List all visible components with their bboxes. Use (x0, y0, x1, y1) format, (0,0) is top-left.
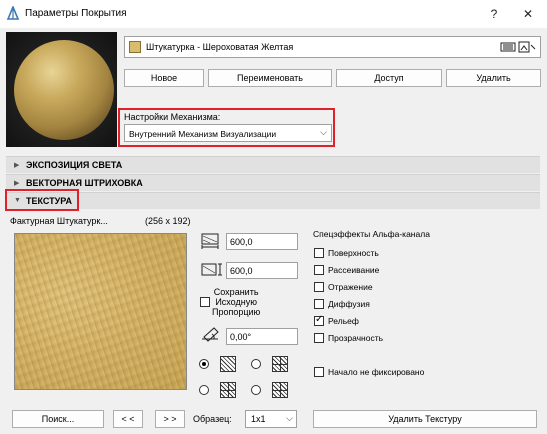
transparency-checkbox[interactable] (314, 333, 324, 343)
width-icon (200, 232, 220, 250)
engine-value: Внутренний Механизм Визуализации (129, 129, 277, 139)
expand-arrow-icon: ▶ (14, 180, 20, 187)
help-button[interactable]: ? (484, 5, 504, 23)
diffusion-checkbox[interactable] (314, 299, 324, 309)
next-button[interactable]: > > (155, 410, 185, 428)
height-field[interactable]: 600,0 (226, 262, 298, 279)
angle-field[interactable]: 0,00° (226, 328, 298, 345)
tile-option-4-radio[interactable] (251, 385, 261, 395)
texture-preview[interactable] (14, 233, 187, 390)
access-button[interactable]: Доступ (336, 69, 442, 87)
width-field[interactable]: 600,0 (226, 233, 298, 250)
app-icon (6, 4, 20, 20)
keep-proportion-line3: Пропорцию (212, 307, 261, 317)
section-hatch[interactable]: ▶ ВЕКТОРНАЯ ШТРИХОВКА (6, 174, 540, 191)
texture-name: Фактурная Штукатурк... (10, 216, 108, 226)
section-texture[interactable]: ▼ ТЕКСТУРА (6, 192, 540, 209)
chevron-down-icon: ⌵ (320, 127, 327, 137)
section-light[interactable]: ▶ ЭКСПОЗИЦИЯ СВЕТА (6, 156, 540, 173)
angle-value: 0,00° (230, 332, 252, 342)
tile-mirror-y-icon (220, 382, 236, 398)
sample-value: 1x1 (251, 414, 266, 424)
height-value: 600,0 (230, 266, 253, 276)
tile-option-3-radio[interactable] (199, 385, 209, 395)
new-button[interactable]: Новое (124, 69, 204, 87)
angle-icon (200, 325, 220, 343)
reflection-checkbox[interactable] (314, 282, 324, 292)
surface-checkbox[interactable] (314, 248, 324, 258)
section-hatch-label: ВЕКТОРНАЯ ШТРИХОВКА (26, 178, 143, 188)
reflection-label: Отражение (328, 282, 373, 292)
keep-proportion-label: Сохранить Исходную Пропорцию (212, 287, 260, 317)
diffuse-scatter-label: Рассеивание (328, 265, 380, 275)
diffusion-label: Диффузия (328, 299, 370, 309)
delete-texture-button[interactable]: Удалить Текстуру (313, 410, 537, 428)
tile-option-2-radio[interactable] (251, 359, 261, 369)
width-value: 600,0 (230, 237, 253, 247)
tile-option-1-radio[interactable] (199, 359, 209, 369)
tile-plain-icon (220, 356, 236, 372)
bump-label: Рельеф (328, 316, 359, 326)
keep-proportion-line2: Исходную (215, 297, 257, 307)
prev-button[interactable]: < < (113, 410, 143, 428)
keep-proportion-checkbox[interactable] (200, 297, 210, 307)
surface-label: Поверхность (328, 248, 379, 258)
transparency-label: Прозрачность (328, 333, 384, 343)
bump-checkbox[interactable] (314, 314, 324, 326)
expand-arrow-icon: ▶ (14, 162, 20, 169)
sample-label: Образец: (193, 414, 232, 424)
alpha-title: Спецэффекты Альфа-канала (313, 229, 430, 239)
delete-button[interactable]: Удалить (446, 69, 541, 87)
tile-mirror-x-icon (272, 356, 288, 372)
origin-not-fixed-label: Начало не фиксировано (328, 367, 425, 377)
search-button[interactable]: Поиск... (12, 410, 104, 428)
engine-select[interactable]: Внутренний Механизм Визуализации ⌵ (124, 124, 332, 142)
tile-mirror-xy-icon (272, 382, 288, 398)
material-swatch (129, 41, 141, 53)
diffuse-scatter-checkbox[interactable] (314, 265, 324, 275)
sample-select[interactable]: 1x1 ⌵ (245, 410, 297, 428)
material-name: Штукатурка - Шероховатая Желтая (146, 42, 294, 52)
section-light-label: ЭКСПОЗИЦИЯ СВЕТА (26, 160, 123, 170)
preview-sphere (14, 40, 114, 140)
engine-label: Настройки Механизма: (124, 112, 221, 122)
material-preview (6, 32, 117, 147)
texture-size: (256 x 192) (145, 216, 191, 226)
keep-proportion-line1: Сохранить (213, 287, 259, 297)
chevron-down-icon: ⌵ (286, 413, 293, 423)
origin-not-fixed-checkbox[interactable] (314, 367, 324, 377)
height-icon (200, 261, 222, 279)
close-button[interactable]: ✕ (518, 5, 538, 23)
material-library-icon[interactable] (500, 41, 536, 53)
rename-button[interactable]: Переименовать (208, 69, 332, 87)
window-title: Параметры Покрытия (25, 8, 127, 19)
texture-highlight (5, 189, 79, 211)
